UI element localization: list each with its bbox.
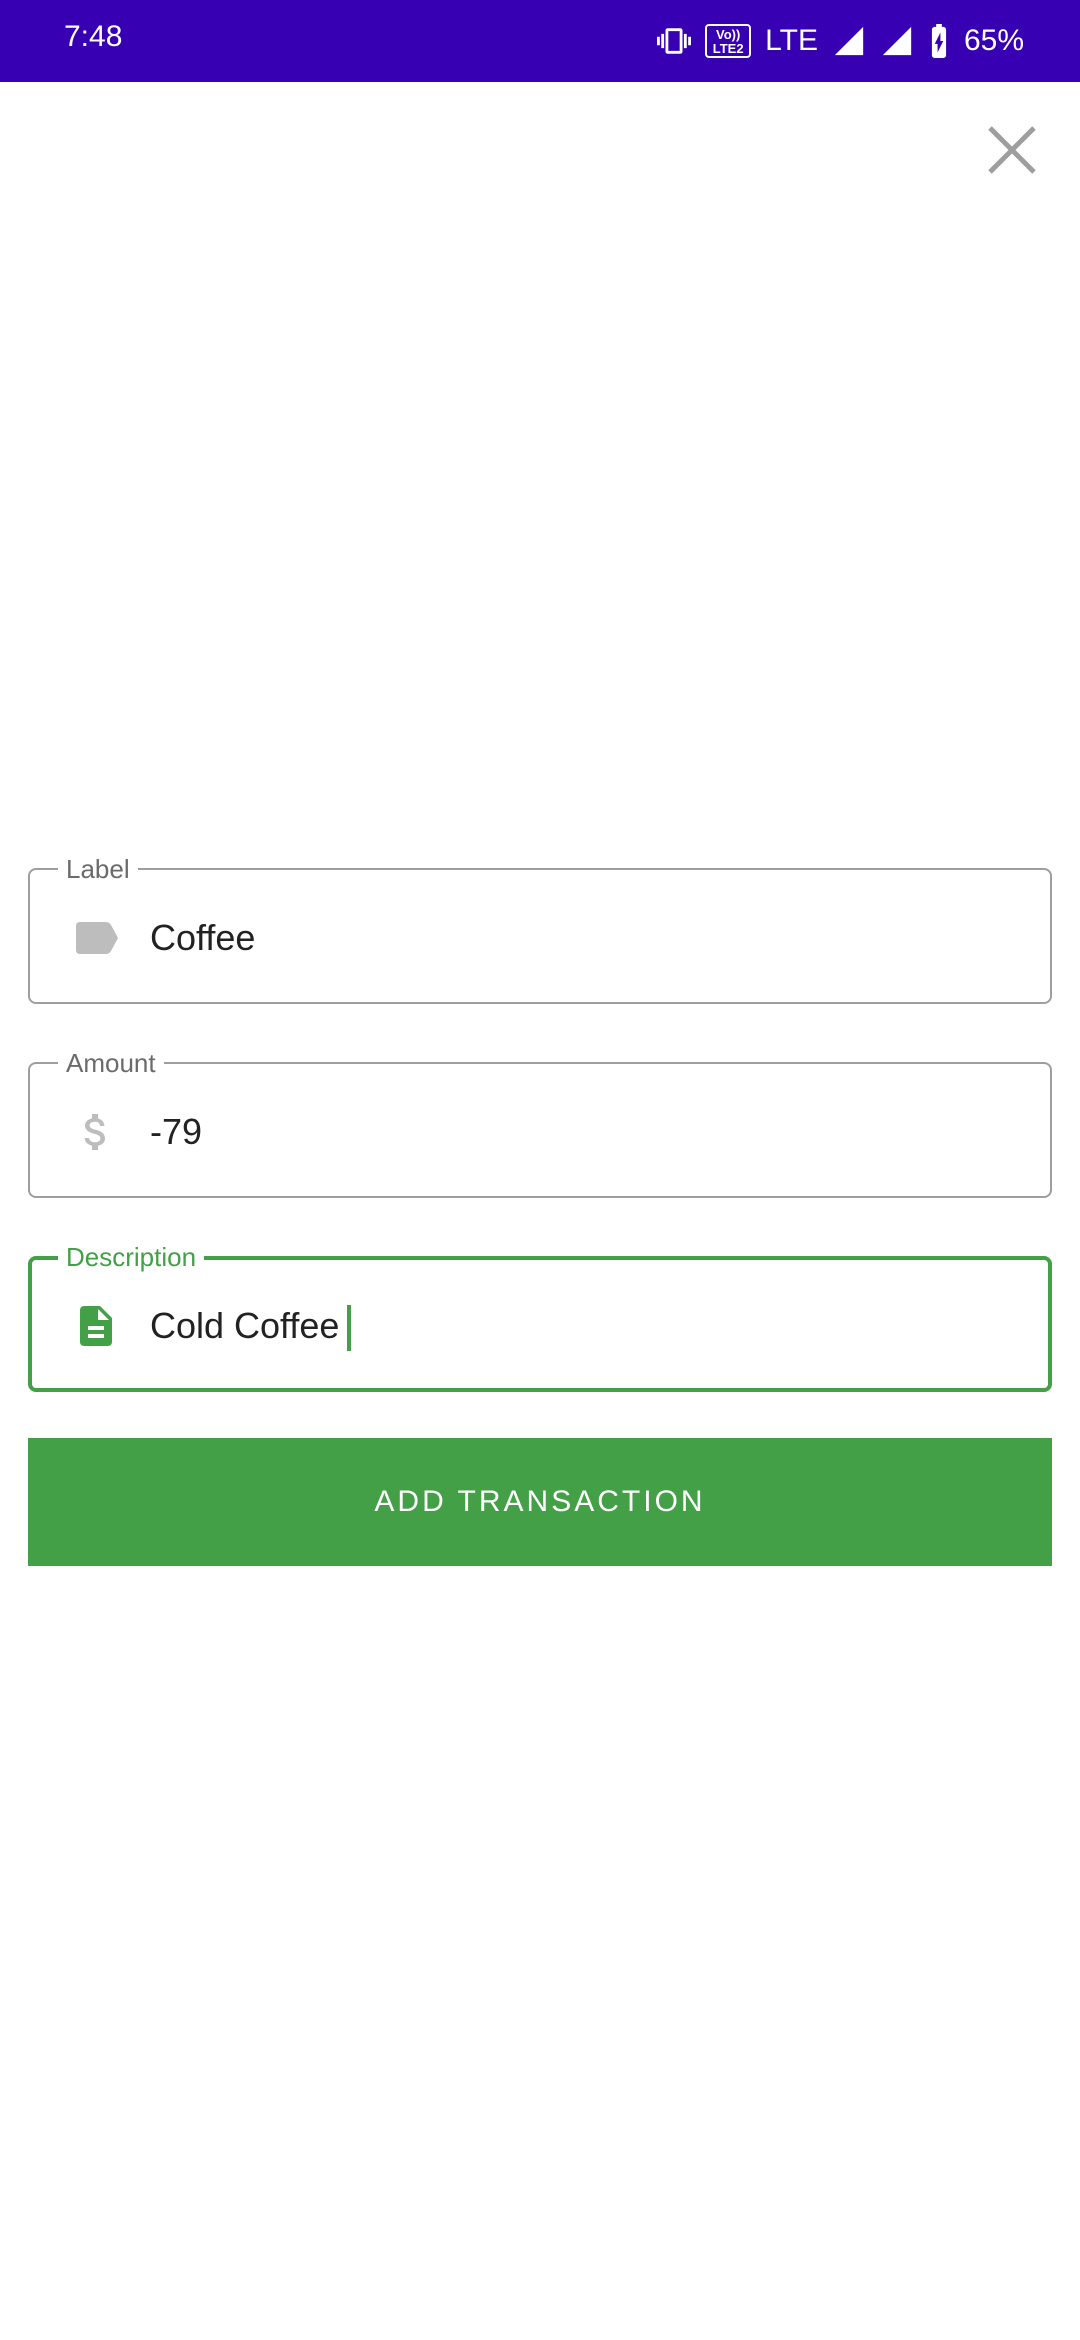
battery-level: 65% (963, 24, 1024, 57)
description-field[interactable]: Description Cold Coffee (28, 1242, 1052, 1392)
signal-icon-2 (880, 24, 914, 58)
document-icon (72, 1302, 120, 1350)
label-field-label: Label (58, 854, 138, 884)
description-text: Cold Coffee (150, 1305, 340, 1346)
network-type: LTE (765, 24, 818, 57)
dollar-icon (72, 1108, 120, 1156)
battery-charging-icon (928, 24, 950, 58)
status-time: 7:48 (64, 20, 123, 53)
signal-icon (832, 24, 866, 58)
label-input[interactable]: Coffee (150, 914, 255, 962)
description-input[interactable]: Cold Coffee (150, 1302, 352, 1352)
add-transaction-button[interactable]: ADD TRANSACTION (28, 1438, 1052, 1566)
label-field[interactable]: Label Coffee (28, 854, 1052, 1004)
description-field-label: Description (58, 1242, 205, 1272)
volte-line2: LTE2 (712, 41, 744, 56)
close-icon (988, 126, 1036, 174)
amount-field-label: Amount (58, 1048, 164, 1078)
volte-icon: Vo)) LTE2 (705, 24, 752, 58)
text-cursor (347, 1305, 352, 1352)
volte-line1: Vo)) (716, 27, 741, 42)
close-button[interactable] (980, 118, 1044, 182)
status-bar: 7:48 Vo)) LTE2 LTE 65% (0, 0, 1080, 82)
label-tag-icon (72, 914, 120, 962)
status-icons: Vo)) LTE2 LTE 65% (657, 20, 1024, 62)
amount-input[interactable]: -79 (150, 1108, 202, 1156)
vibrate-icon (657, 24, 692, 58)
amount-field[interactable]: Amount -79 (28, 1048, 1052, 1198)
